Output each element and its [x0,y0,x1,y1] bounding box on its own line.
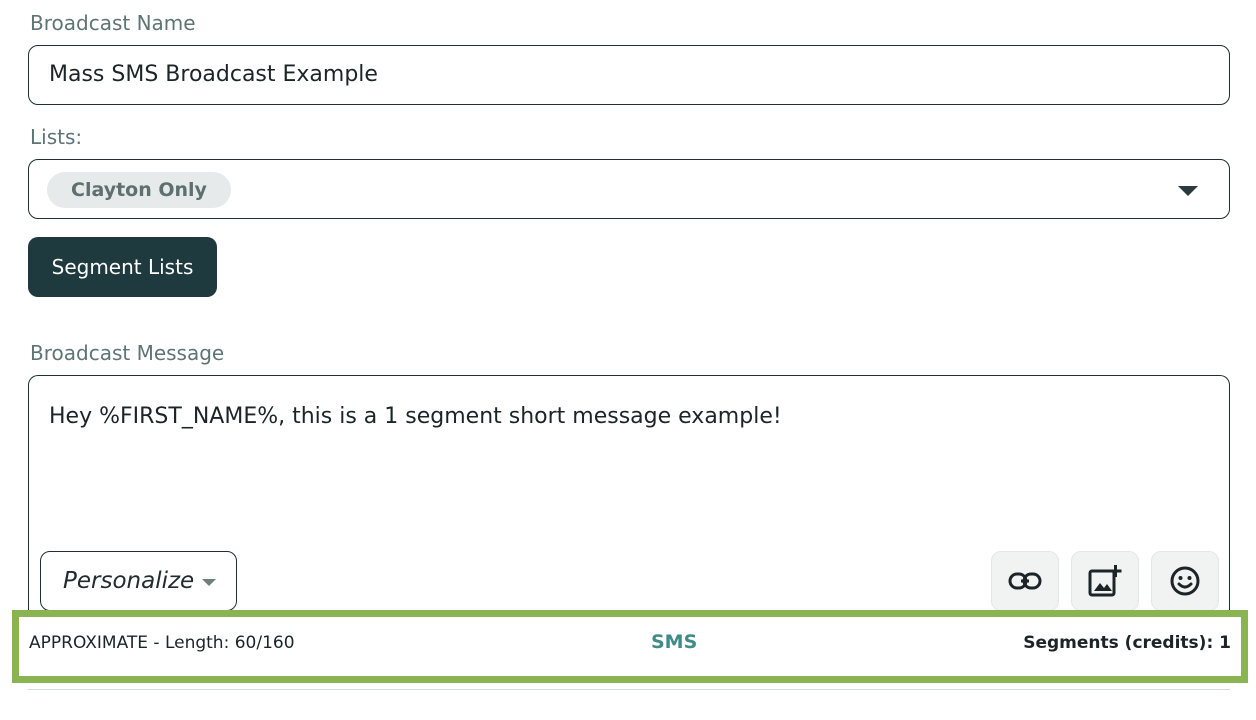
insert-link-button[interactable] [991,551,1059,611]
broadcast-message-textarea[interactable]: Hey %FIRST_NAME%, this is a 1 segment sh… [28,375,1230,623]
insert-emoji-button[interactable] [1151,551,1219,611]
segment-lists-button[interactable]: Segment Lists [28,237,217,297]
message-status-bar: APPROXIMATE - Length: 60/160 SMS Segment… [12,610,1248,683]
emoji-icon [1170,566,1200,596]
chevron-down-icon[interactable] [1178,186,1198,196]
message-type-badge: SMS [651,631,698,653]
chevron-down-icon [202,579,216,586]
broadcast-name-value: Mass SMS Broadcast Example [49,62,378,87]
lists-label: Lists: [30,125,83,149]
lists-select[interactable]: Clayton Only [28,159,1230,219]
add-image-icon [1088,565,1122,597]
personalize-label: Personalize [63,568,195,594]
list-chip[interactable]: Clayton Only [47,172,231,208]
broadcast-name-input[interactable]: Mass SMS Broadcast Example [28,45,1230,105]
personalize-dropdown[interactable]: Personalize [40,551,237,611]
broadcast-name-label: Broadcast Name [30,11,196,35]
divider [28,689,1230,690]
insert-image-button[interactable] [1071,551,1139,611]
length-indicator: APPROXIMATE - Length: 60/160 [29,633,295,653]
segments-count: Segments (credits): 1 [1023,633,1231,653]
message-text: Hey %FIRST_NAME%, this is a 1 segment sh… [49,404,782,429]
link-icon [1008,572,1042,590]
broadcast-message-label: Broadcast Message [30,341,225,365]
